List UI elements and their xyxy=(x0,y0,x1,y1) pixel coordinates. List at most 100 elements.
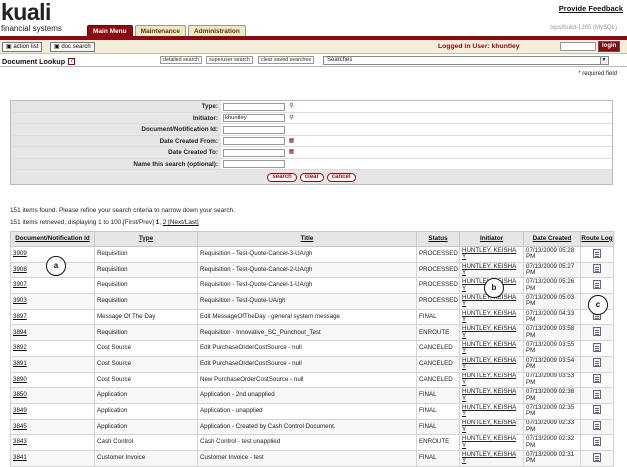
tab-main-menu[interactable]: Main Menu xyxy=(87,25,133,36)
route-log-icon[interactable] xyxy=(593,358,601,368)
doc-status-cell: ENROUTE xyxy=(416,434,460,451)
table-row: 3903 Requisition Requisition - Test-Quote-… xyxy=(10,293,614,310)
backdoor-login-input[interactable] xyxy=(560,42,596,51)
type-input[interactable] xyxy=(223,102,285,111)
doc-id-input[interactable] xyxy=(223,125,285,134)
detailed-search-button[interactable]: detailed search xyxy=(160,56,202,64)
doc-status-cell: CANCELED xyxy=(416,355,460,373)
doc-id-link[interactable]: 3849 xyxy=(13,407,27,414)
column-header-route-log[interactable]: Route Log xyxy=(580,231,614,247)
initiator-link[interactable]: HUNTLEY, KEISHA Y xyxy=(462,404,516,417)
route-log-icon[interactable] xyxy=(593,421,601,431)
clear-saved-searches-button[interactable]: clear saved searches xyxy=(258,56,315,64)
doc-id-link[interactable]: 3897 xyxy=(13,313,27,320)
initiator-cell: HUNTLEY, KEISHA Y xyxy=(459,340,524,357)
tab-maintenance[interactable]: Maintenance xyxy=(134,25,186,36)
date-from-input[interactable] xyxy=(223,137,285,145)
route-log-icon[interactable] xyxy=(593,248,601,258)
action-list-button[interactable]: ▣ action list xyxy=(2,42,43,52)
doc-id-cell: 3897 xyxy=(10,308,95,326)
doc-title-cell: Application - Created by Cash Control Do… xyxy=(197,418,417,436)
doc-status-cell: FINAL xyxy=(416,402,460,420)
doc-id-cell: 3903 xyxy=(10,293,95,310)
callout-a: a xyxy=(46,256,66,276)
initiator-link[interactable]: HUNTLEY, KEISHA Y xyxy=(462,451,516,464)
doc-id-link[interactable]: 3903 xyxy=(13,297,27,304)
doc-id-link[interactable]: 3841 xyxy=(13,454,27,461)
initiator-input[interactable]: khuntley xyxy=(223,114,285,122)
column-header-doc-id[interactable]: Document/Notification Id xyxy=(10,231,95,247)
help-icon[interactable]: ? xyxy=(68,58,75,65)
provide-feedback-link[interactable]: Provide Feedback xyxy=(559,4,623,13)
initiator-link[interactable]: HUNTLEY, KEISHA Y xyxy=(462,373,516,386)
route-log-icon[interactable] xyxy=(593,342,601,352)
initiator-link[interactable]: HUNTLEY, KEISHA Y xyxy=(462,247,516,260)
column-header-date-created[interactable]: Date Created xyxy=(523,231,581,247)
initiator-link[interactable]: HUNTLEY, KEISHA Y xyxy=(462,326,516,339)
route-log-icon[interactable] xyxy=(593,405,601,415)
route-log-icon[interactable] xyxy=(593,452,601,462)
initiator-link[interactable]: HUNTLEY, KEISHA Y xyxy=(462,342,516,355)
doc-id-link[interactable]: 3890 xyxy=(13,376,27,383)
doc-title-cell: Customer Invoice - test xyxy=(197,449,417,467)
doc-search-button[interactable]: ▣ doc search xyxy=(50,42,95,52)
initiator-link[interactable]: HUNTLEY, KEISHA Y xyxy=(462,357,516,370)
saved-searches-select[interactable]: Searches ▼ xyxy=(323,56,609,65)
lookup-icon[interactable]: ⚲ xyxy=(288,115,295,122)
cancel-button[interactable]: cancel xyxy=(326,172,356,182)
initiator-link[interactable]: HUNTLEY, KEISHA Y xyxy=(462,436,516,449)
initiator-link[interactable]: HUNTLEY, KEISHA Y xyxy=(462,263,516,276)
tab-administration[interactable]: Administration xyxy=(187,25,246,36)
doc-type-cell: Customer Invoice xyxy=(94,449,198,467)
doc-id-cell: 3907 xyxy=(10,277,95,295)
doc-title-cell: Application - unapplied xyxy=(197,402,417,420)
superuser-search-button[interactable]: superuser search xyxy=(206,56,253,64)
search-name-input[interactable] xyxy=(223,160,285,168)
doc-id-link[interactable]: 3891 xyxy=(13,360,27,367)
doc-id-link[interactable]: 3892 xyxy=(13,344,27,351)
results-found-message: 151 items found. Please refine your sear… xyxy=(10,207,235,214)
column-header-status[interactable]: Status xyxy=(416,231,460,247)
column-header-type[interactable]: Type xyxy=(94,231,198,247)
calendar-icon[interactable]: ▦ xyxy=(288,149,295,156)
login-button[interactable]: login xyxy=(598,41,621,52)
doc-title-cell: Edit PurchaseOrderCostSource - null xyxy=(197,355,417,373)
calendar-icon[interactable]: ▦ xyxy=(288,138,295,145)
column-header-title[interactable]: Title xyxy=(197,231,417,247)
route-log-icon[interactable] xyxy=(593,264,601,274)
doc-id-link[interactable]: 3908 xyxy=(13,266,27,273)
next-last-link[interactable]: [Next/Last] xyxy=(166,219,199,226)
table-row: 3850 Application Application - 2nd unappli… xyxy=(10,387,614,404)
route-log-icon[interactable] xyxy=(593,389,601,399)
column-header-initiator[interactable]: Initiator xyxy=(459,231,524,247)
doc-id-link[interactable]: 3843 xyxy=(13,438,27,446)
doc-title-cell: Cash Control - test unapplied xyxy=(197,434,417,451)
route-log-icon[interactable] xyxy=(593,436,601,446)
doc-title-cell: Application - 2nd unapplied xyxy=(197,387,417,404)
doc-id-link[interactable]: 3907 xyxy=(13,281,27,289)
date-created-cell: 07/13/2009 03:53 PM xyxy=(526,372,575,386)
initiator-link[interactable]: HUNTLEY, KEISHA Y xyxy=(462,389,516,402)
table-row: 3891 Cost Source Edit PurchaseOrderCostSou… xyxy=(10,355,614,373)
doc-type-cell: Application xyxy=(94,387,198,404)
doc-title-cell: Customer Invoice - test xyxy=(200,454,264,462)
chevron-down-icon: ▼ xyxy=(600,57,607,64)
doc-id-link[interactable]: 3894 xyxy=(13,329,27,336)
route-log-icon[interactable] xyxy=(593,279,601,289)
initiator-link[interactable]: HUNTLEY, KEISHA Y xyxy=(462,310,516,323)
doc-id-link[interactable]: 3845 xyxy=(13,423,27,430)
date-created-cell: 07/13/2009 02:35 PM xyxy=(526,403,575,418)
route-log-icon[interactable] xyxy=(593,374,601,384)
doc-id-cell: 3843 xyxy=(10,434,95,451)
search-button[interactable]: search xyxy=(267,172,297,182)
clear-button[interactable]: clear xyxy=(299,172,324,182)
initiator-cell: HUNTLEY, KEISHA Y xyxy=(459,261,524,279)
date-to-input[interactable] xyxy=(223,148,285,157)
doc-id-link[interactable]: 3850 xyxy=(13,391,27,399)
lookup-icon[interactable]: ⚲ xyxy=(288,103,295,110)
date-created-cell: 07/13/2009 05:26 PM xyxy=(526,278,575,292)
table-row: 3890 Cost Source New PurchaseOrderCostSour… xyxy=(10,371,614,389)
doc-id-link[interactable]: 3909 xyxy=(13,250,27,257)
route-log-icon[interactable] xyxy=(593,327,601,337)
initiator-link[interactable]: HUNTLEY, KEISHA Y xyxy=(462,420,516,433)
